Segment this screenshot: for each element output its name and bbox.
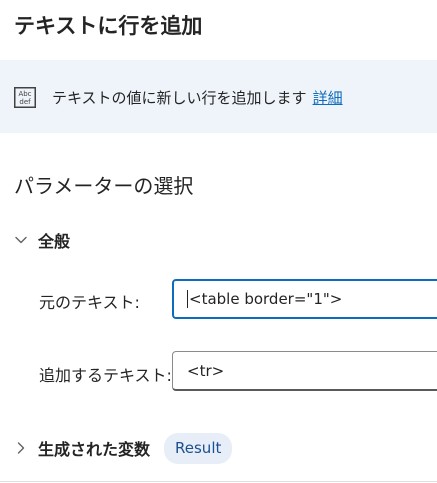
result-variable-pill[interactable]: Result — [164, 432, 233, 464]
svg-text:def: def — [19, 98, 31, 106]
abc-def-icon: Abc def — [14, 87, 36, 108]
original-text-label: 元のテキスト: — [39, 293, 140, 312]
append-text-label: 追加するテキスト: — [39, 366, 172, 385]
append-text-value: <tr> — [187, 362, 225, 380]
generated-variables-toggle[interactable]: 生成された変数 Result — [14, 432, 233, 464]
bottom-divider — [0, 481, 437, 482]
general-group-label: 全般 — [38, 232, 71, 251]
generated-variables-label: 生成された変数 — [38, 440, 151, 459]
chevron-down-icon — [15, 236, 27, 244]
svg-text:Abc: Abc — [18, 90, 31, 98]
original-text-input[interactable]: <table border="1"> — [172, 279, 437, 319]
chevron-right-icon — [17, 442, 25, 454]
text-caret — [187, 289, 188, 308]
append-text-input[interactable]: <tr> — [172, 351, 437, 391]
original-text-value: <table border="1"> — [189, 290, 343, 308]
parameters-section-title: パラメーターの選択 — [14, 174, 194, 198]
dialog-title: テキストに行を追加 — [14, 14, 203, 38]
info-text: テキストの値に新しい行を追加します 詳細 — [52, 87, 343, 108]
general-group-toggle[interactable]: 全般 — [14, 228, 70, 252]
info-description: テキストの値に新しい行を追加します — [52, 89, 307, 107]
details-link[interactable]: 詳細 — [313, 89, 343, 107]
